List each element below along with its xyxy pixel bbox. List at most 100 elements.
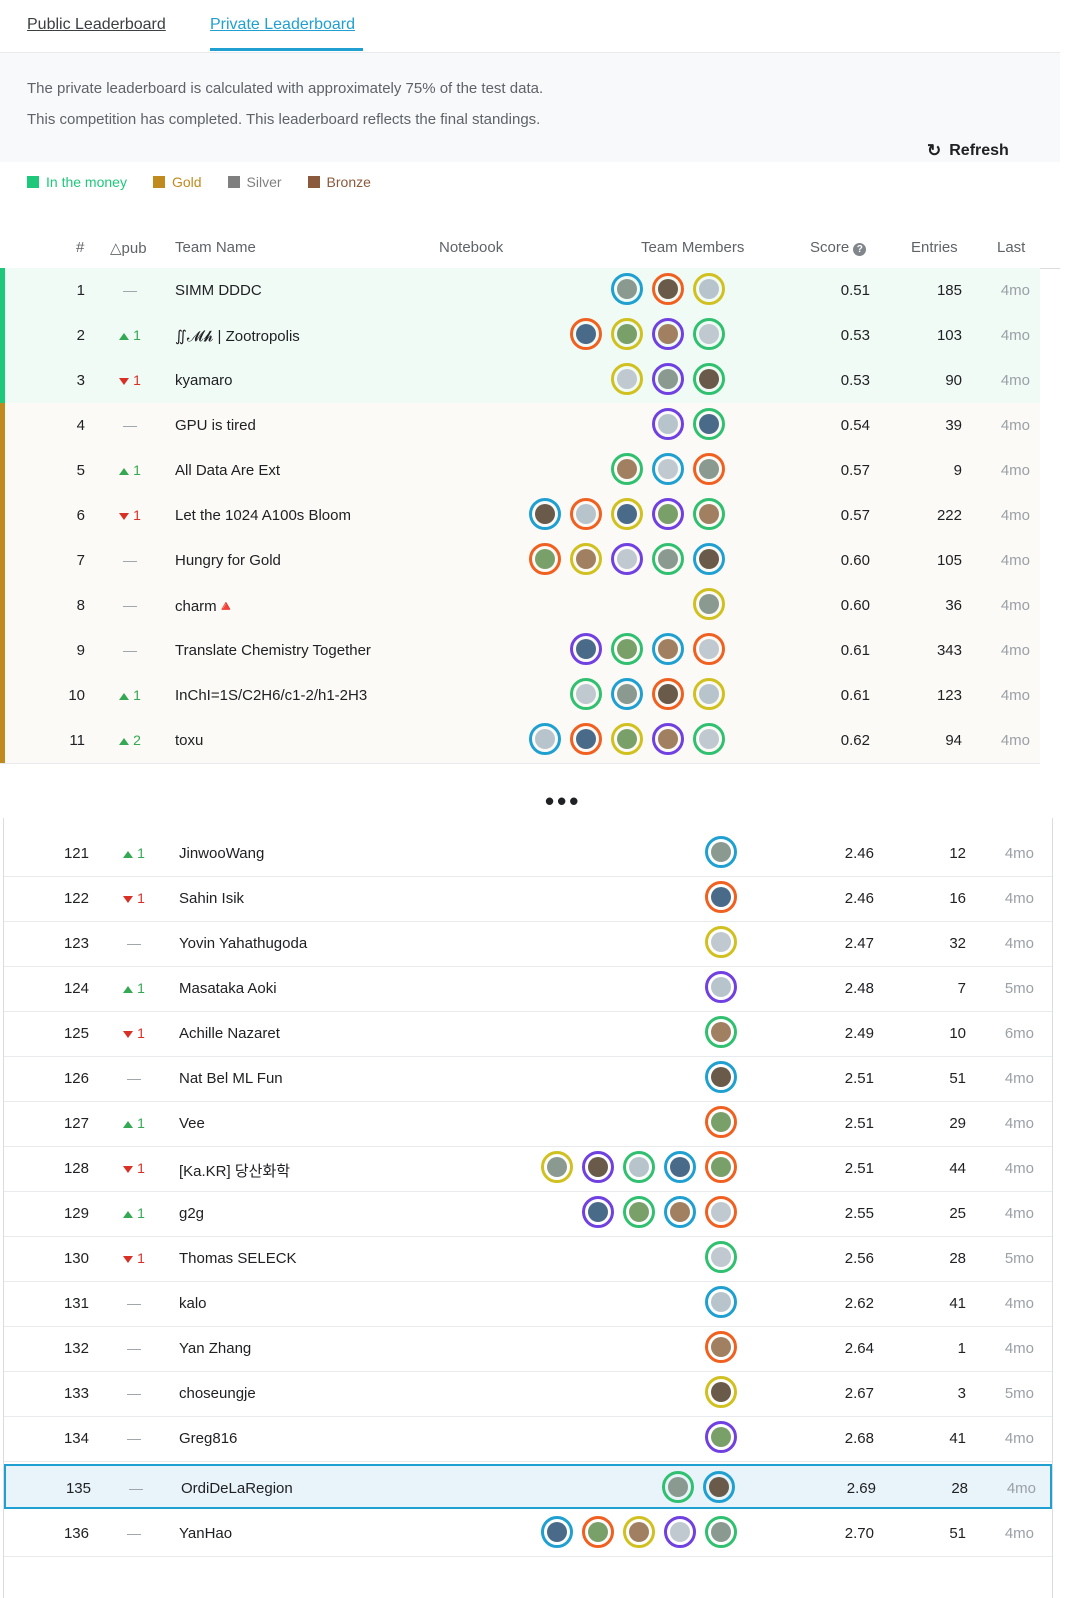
tab-private-leaderboard[interactable]: Private Leaderboard xyxy=(210,16,355,34)
table-row[interactable]: 5 1 All Data Are Ext 0.57 9 4mo xyxy=(0,448,1040,494)
team-name[interactable]: Greg816 xyxy=(179,1430,237,1447)
team-name[interactable]: [Ka.KR] 당산화학 xyxy=(179,1160,290,1181)
avatar[interactable] xyxy=(623,1196,655,1228)
avatar[interactable] xyxy=(582,1196,614,1228)
avatar[interactable] xyxy=(652,543,684,575)
table-row[interactable]: 134 — Greg816 2.68 41 4mo xyxy=(4,1416,1052,1462)
avatar[interactable] xyxy=(611,453,643,485)
team-name[interactable]: GPU is tired xyxy=(175,417,256,434)
refresh-button[interactable]: ↻ Refresh xyxy=(927,141,1009,161)
avatar[interactable] xyxy=(529,498,561,530)
avatar[interactable] xyxy=(693,633,725,665)
team-name[interactable]: charm🔺 xyxy=(175,597,235,615)
team-name[interactable]: Masataka Aoki xyxy=(179,980,277,997)
avatar[interactable] xyxy=(705,1241,737,1273)
table-row[interactable]: 125 1 Achille Nazaret 2.49 10 6mo xyxy=(4,1011,1052,1057)
avatar[interactable] xyxy=(611,678,643,710)
avatar[interactable] xyxy=(705,1376,737,1408)
avatar[interactable] xyxy=(705,1061,737,1093)
team-name[interactable]: InChI=1S/C2H6/c1-2/h1-2H3 xyxy=(175,687,367,704)
team-name[interactable]: Let the 1024 A100s Bloom xyxy=(175,507,351,524)
table-row[interactable]: 7 — Hungry for Gold 0.60 105 4mo xyxy=(0,538,1040,584)
team-name[interactable]: toxu xyxy=(175,732,203,749)
avatar[interactable] xyxy=(705,971,737,1003)
table-row[interactable]: 135 — OrdiDeLaRegion 2.69 28 4mo xyxy=(4,1464,1052,1509)
table-row[interactable]: 133 — choseungje 2.67 3 5mo xyxy=(4,1371,1052,1417)
avatar[interactable] xyxy=(623,1516,655,1548)
table-row[interactable]: 3 1 kyamaro 0.53 90 4mo xyxy=(0,358,1040,404)
team-name[interactable]: All Data Are Ext xyxy=(175,462,280,479)
avatar[interactable] xyxy=(705,1106,737,1138)
tab-public-leaderboard[interactable]: Public Leaderboard xyxy=(27,16,166,34)
avatar[interactable] xyxy=(582,1516,614,1548)
avatar[interactable] xyxy=(652,723,684,755)
avatar[interactable] xyxy=(664,1196,696,1228)
table-row[interactable]: 132 — Yan Zhang 2.64 1 4mo xyxy=(4,1326,1052,1372)
col-delta[interactable]: △pub xyxy=(110,239,147,257)
table-row[interactable]: 127 1 Vee 2.51 29 4mo xyxy=(4,1101,1052,1147)
col-notebook[interactable]: Notebook xyxy=(439,239,503,256)
avatar[interactable] xyxy=(652,633,684,665)
team-name[interactable]: SIMM DDDC xyxy=(175,282,262,299)
avatar[interactable] xyxy=(611,633,643,665)
avatar[interactable] xyxy=(705,881,737,913)
col-last[interactable]: Last xyxy=(997,239,1025,256)
table-row[interactable]: 129 1 g2g 2.55 25 4mo xyxy=(4,1191,1052,1237)
table-row[interactable]: 136 — YanHao 2.70 51 4mo xyxy=(4,1511,1052,1557)
table-row[interactable]: 123 — Yovin Yahathugoda 2.47 32 4mo xyxy=(4,921,1052,967)
col-entries[interactable]: Entries xyxy=(911,239,958,256)
table-row[interactable]: 122 1 Sahin Isik 2.46 16 4mo xyxy=(4,876,1052,922)
avatar[interactable] xyxy=(623,1151,655,1183)
avatar[interactable] xyxy=(611,318,643,350)
table-row[interactable]: 11 2 toxu 0.62 94 4mo xyxy=(0,718,1040,764)
avatar[interactable] xyxy=(570,318,602,350)
avatar[interactable] xyxy=(570,498,602,530)
avatar[interactable] xyxy=(582,1151,614,1183)
team-name[interactable]: ∬𝓜𝓱 | Zootropolis xyxy=(175,327,300,345)
team-name[interactable]: choseungje xyxy=(179,1385,256,1402)
avatar[interactable] xyxy=(693,363,725,395)
team-name[interactable]: Nat Bel ML Fun xyxy=(179,1070,283,1087)
team-name[interactable]: Translate Chemistry Together xyxy=(175,642,371,659)
avatar[interactable] xyxy=(693,318,725,350)
col-rank[interactable]: # xyxy=(76,239,84,256)
avatar[interactable] xyxy=(570,633,602,665)
avatar[interactable] xyxy=(611,273,643,305)
avatar[interactable] xyxy=(652,498,684,530)
avatar[interactable] xyxy=(705,1016,737,1048)
avatar[interactable] xyxy=(705,926,737,958)
table-row[interactable]: 10 1 InChI=1S/C2H6/c1-2/h1-2H3 0.61 123 4mo xyxy=(0,673,1040,719)
avatar[interactable] xyxy=(611,723,643,755)
avatar[interactable] xyxy=(693,408,725,440)
team-name[interactable]: kyamaro xyxy=(175,372,233,389)
team-name[interactable]: Yovin Yahathugoda xyxy=(179,935,307,952)
avatar[interactable] xyxy=(693,453,725,485)
table-row[interactable]: 131 — kalo 2.62 41 4mo xyxy=(4,1281,1052,1327)
team-name[interactable]: YanHao xyxy=(179,1525,232,1542)
avatar[interactable] xyxy=(652,318,684,350)
avatar[interactable] xyxy=(705,1516,737,1548)
team-name[interactable]: Hungry for Gold xyxy=(175,552,281,569)
avatar[interactable] xyxy=(693,723,725,755)
avatar[interactable] xyxy=(611,543,643,575)
team-name[interactable]: Achille Nazaret xyxy=(179,1025,280,1042)
avatar[interactable] xyxy=(664,1516,696,1548)
avatar[interactable] xyxy=(652,678,684,710)
team-name[interactable]: Vee xyxy=(179,1115,205,1132)
avatar[interactable] xyxy=(611,498,643,530)
col-score[interactable]: Score ? xyxy=(810,239,867,256)
avatar[interactable] xyxy=(529,723,561,755)
avatar[interactable] xyxy=(705,1421,737,1453)
table-row[interactable]: 9 — Translate Chemistry Together 0.61 343 4mo xyxy=(0,628,1040,674)
team-name[interactable]: Thomas SELECK xyxy=(179,1250,297,1267)
avatar[interactable] xyxy=(705,1331,737,1363)
table-row[interactable]: 124 1 Masataka Aoki 2.48 7 5mo xyxy=(4,966,1052,1012)
avatar[interactable] xyxy=(529,543,561,575)
avatar[interactable] xyxy=(693,588,725,620)
avatar[interactable] xyxy=(703,1471,735,1503)
avatar[interactable] xyxy=(693,543,725,575)
table-row[interactable]: 1 — SIMM DDDC 0.51 185 4mo xyxy=(0,268,1040,314)
avatar[interactable] xyxy=(652,408,684,440)
avatar[interactable] xyxy=(693,498,725,530)
help-icon[interactable]: ? xyxy=(853,243,867,256)
